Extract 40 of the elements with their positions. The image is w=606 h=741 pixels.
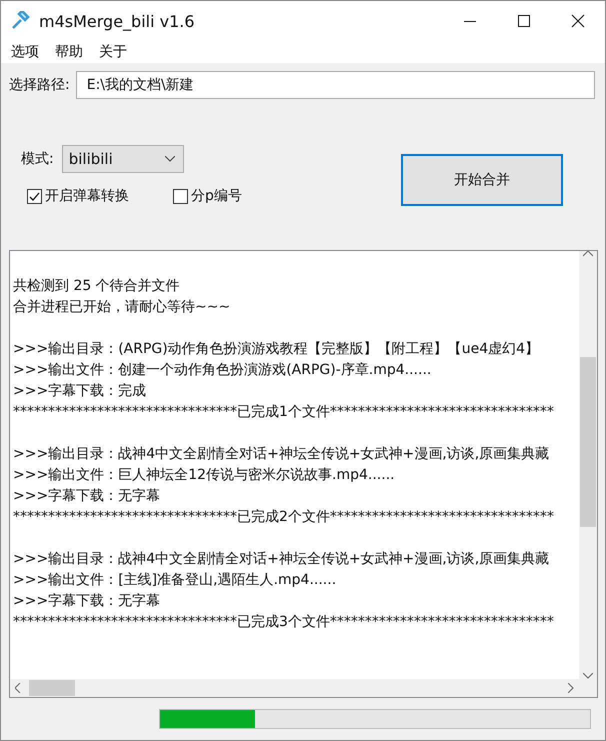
start-merge-button[interactable]: 开始合并: [401, 154, 563, 206]
chevron-down-icon: [164, 156, 175, 162]
log-line: >>>输出文件：巨人神坛全12传说与密米尔说故事.mp4......: [13, 466, 396, 485]
log-line: ********************************已完成2个文件********************************: [13, 508, 555, 527]
log-line: >>>输出目录：(ARPG)动作角色扮演游戏教程【完整版】【附工程】【ue4虚幻4】: [13, 340, 540, 359]
close-icon: [571, 14, 585, 28]
log-line: >>>输出文件：[主线]准备登山,遇陌生人.mp4......: [13, 571, 338, 590]
menu-item[interactable]: 选项: [11, 43, 39, 61]
scroll-thumb[interactable]: [29, 680, 75, 696]
window-title: m4sMerge_bili v1.6: [39, 12, 196, 30]
path-field[interactable]: E:\我的文档\新建: [76, 71, 595, 99]
log-line: >>>字幕下载：完成: [13, 382, 148, 401]
chevron-down-icon: [583, 673, 593, 679]
mode-dropdown[interactable]: bilibili: [62, 145, 184, 173]
chevron-left-icon: [15, 683, 21, 693]
log-line: ********************************已完成3个文件********************************: [13, 613, 555, 632]
log-line: 合并进程已开始，请耐心等待~~~: [13, 298, 232, 317]
log-line: ********************************已完成1个文件********************************: [13, 403, 555, 422]
menu-item[interactable]: 帮助: [55, 43, 83, 61]
checkbox[interactable]: [173, 188, 188, 204]
log-line: >>>字幕下载：无字幕: [13, 592, 162, 611]
checkbox[interactable]: [27, 188, 42, 204]
menu-item[interactable]: 关于: [99, 43, 127, 61]
checkbox-label: 分p编号: [191, 187, 242, 205]
log-line: >>>输出目录：战神4中文全剧情全对话+神坛全传说+女武神+漫画,访谈,原画集典藏: [13, 550, 550, 569]
scroll-thumb[interactable]: [580, 357, 596, 527]
minimize-icon: [464, 20, 476, 22]
maximize-icon: [518, 15, 530, 27]
log-line: >>>字幕下载：无字幕: [13, 487, 162, 506]
horizontal-scrollbar[interactable]: [10, 679, 597, 697]
log-line: >>>输出文件：创建一个动作角色扮演游戏(ARPG)-序章.mp4......: [13, 361, 432, 380]
hammer-icon: [11, 11, 31, 31]
mode-label: 模式:: [21, 150, 54, 168]
path-label: 选择路径:: [9, 76, 70, 94]
chevron-right-icon: [568, 683, 574, 693]
vertical-scrollbar[interactable]: [579, 251, 597, 679]
chevron-up-icon: [583, 251, 593, 257]
checkbox-label: 开启弹幕转换: [45, 187, 129, 205]
log-line: 共检测到 25 个待合并文件: [13, 277, 181, 296]
log-line: >>>输出目录：战神4中文全剧情全对话+神坛全传说+女武神+漫画,访谈,原画集典藏: [13, 445, 550, 464]
